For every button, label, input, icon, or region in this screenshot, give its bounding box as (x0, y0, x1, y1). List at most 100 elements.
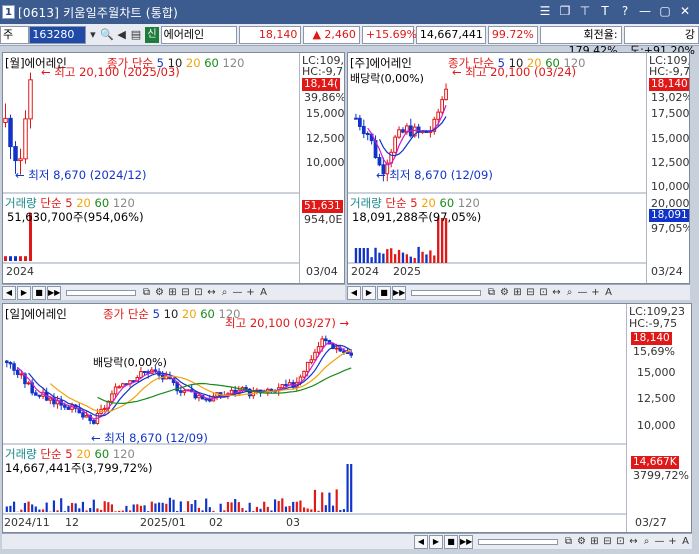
volume-bar (14, 256, 17, 261)
auto-icon[interactable]: A (602, 286, 615, 300)
split-icon[interactable]: ⊟ (601, 535, 614, 549)
volume-bar (386, 249, 388, 263)
restore-icon[interactable]: ❐ (557, 4, 573, 19)
title-bar: 1 [0613] 키움일주월차트 (통합) ☰ ❐ ⊤ T ? — ▢ ✕ (0, 0, 699, 24)
daily-high-text: 최고 20,100 (03/27) (225, 316, 336, 330)
speaker-icon[interactable]: ◀ (114, 26, 128, 44)
stop-button[interactable]: ■ (377, 286, 391, 300)
volume-bar (274, 499, 276, 512)
weekly-chart-panel[interactable]: [주]에어레인 종가 단순 5 10 20 60 120 배당락(0,00%) … (347, 52, 690, 284)
split-icon[interactable]: ⊟ (179, 286, 192, 300)
grid-icon[interactable]: ⊞ (166, 286, 179, 300)
volume-bar (172, 500, 174, 512)
volume-bar (38, 510, 40, 512)
daily-chart-canvas (3, 304, 692, 533)
scroll-right-button[interactable]: ▶ (429, 535, 443, 549)
chart-scrollbar[interactable] (66, 290, 136, 296)
scroll-left-button[interactable]: ◀ (347, 286, 361, 300)
candle-body (16, 370, 19, 374)
zoom-out-icon[interactable]: — (231, 286, 244, 300)
chart-scrollbar[interactable] (411, 290, 481, 296)
volume-bar (201, 510, 203, 512)
zoom-icon[interactable]: ⌕ (640, 535, 653, 549)
daily-dividend-label: 배당락(0,00%) (93, 354, 167, 370)
settings-icon[interactable]: ⚙ (575, 535, 588, 549)
layout-icon[interactable]: ⊡ (614, 535, 627, 549)
split-icon[interactable]: ⊟ (524, 286, 537, 300)
stop-button[interactable]: ■ (32, 286, 46, 300)
chart-scrollbar[interactable] (478, 539, 558, 545)
volume-bar (252, 511, 254, 512)
monthly-chart-panel[interactable]: [월]에어레인 종가 단순 5 10 20 60 120 ← 최고 20,100… (2, 52, 345, 284)
list-icon[interactable]: ▤ (129, 26, 143, 44)
fast-forward-button[interactable]: ▶▶ (47, 286, 61, 300)
candle-body (6, 361, 9, 362)
stop-button[interactable]: ■ (444, 535, 458, 549)
candle-body (103, 408, 106, 409)
volume-bar (310, 509, 312, 512)
font-icon[interactable]: T (597, 4, 613, 19)
volume-bar (24, 503, 26, 512)
range-icon[interactable]: ↔ (205, 286, 218, 300)
volume-bar (346, 464, 348, 512)
daily-price-axis: LC:109,23 HC:-9,75 18,140 15,69% 15,000 … (626, 304, 692, 533)
candle-body (437, 112, 440, 119)
monthly-price-axis: LC:109,2 HC:-9,75 18,14( 39,86% 15,000 1… (299, 53, 345, 284)
vol-ma120: 120 (113, 196, 135, 210)
candle-body (441, 100, 444, 113)
dropdown-icon[interactable]: ▾ (86, 26, 100, 44)
scroll-right-button[interactable]: ▶ (362, 286, 376, 300)
scroll-right-button[interactable]: ▶ (17, 286, 31, 300)
layout-icon[interactable]: ⊡ (537, 286, 550, 300)
maximize-button[interactable]: ▢ (657, 4, 673, 19)
copy-icon[interactable]: ⧉ (140, 286, 153, 300)
scroll-left-button[interactable]: ◀ (2, 286, 16, 300)
zoom-icon[interactable]: ⌕ (218, 286, 231, 300)
app-icon: 1 (2, 5, 15, 19)
auto-icon[interactable]: A (679, 535, 692, 549)
daily-y-tick: 12,500 (637, 392, 676, 405)
zoom-out-icon[interactable]: — (576, 286, 589, 300)
vol-ma5: 5 (65, 196, 72, 210)
zoom-in-icon[interactable]: + (589, 286, 602, 300)
fast-forward-button[interactable]: ▶▶ (459, 535, 473, 549)
market-select[interactable]: 주 (0, 26, 29, 44)
zoom-in-icon[interactable]: + (666, 535, 679, 549)
close-button[interactable]: ✕ (677, 4, 693, 19)
volume-bar (234, 499, 236, 512)
zoom-out-icon[interactable]: — (653, 535, 666, 549)
scroll-left-button[interactable]: ◀ (414, 535, 428, 549)
candle-body (180, 391, 183, 393)
window-title: [0613] 키움일주월차트 (통합) (18, 4, 178, 21)
candle-body (114, 387, 117, 394)
candle-body (281, 385, 284, 388)
vol-ma60: 60 (95, 196, 110, 210)
range-icon[interactable]: ↔ (550, 286, 563, 300)
candle-body (19, 159, 23, 161)
zoom-icon[interactable]: ⌕ (563, 286, 576, 300)
settings-icon[interactable]: ⚙ (498, 286, 511, 300)
search-icon[interactable]: 🔍 (100, 26, 114, 44)
candle-body (64, 405, 67, 407)
grid-icon[interactable]: ⊞ (588, 535, 601, 549)
minimize-button[interactable]: — (637, 4, 653, 19)
pin-icon[interactable]: ⊤ (577, 4, 593, 19)
zoom-in-icon[interactable]: + (244, 286, 257, 300)
grid-icon[interactable]: ⊞ (511, 286, 524, 300)
candle-body (402, 130, 405, 132)
range-icon[interactable]: ↔ (627, 535, 640, 549)
auto-icon[interactable]: A (257, 286, 270, 300)
layout-icon[interactable]: ⊡ (192, 286, 205, 300)
fast-forward-button[interactable]: ▶▶ (392, 286, 406, 300)
daily-ma-legend: 종가 단순 5 10 20 60 120 (103, 306, 240, 322)
volume-bar (194, 500, 196, 512)
daily-high-label: 최고 20,100 (03/27) → (225, 315, 349, 331)
stock-code-input[interactable]: 163280 (29, 26, 85, 44)
menu-icon[interactable]: ☰ (537, 4, 553, 19)
copy-icon[interactable]: ⧉ (562, 535, 575, 549)
daily-chart-panel[interactable]: [일]에어레인 종가 단순 5 10 20 60 120 최고 20,100 (… (2, 303, 692, 533)
help-icon[interactable]: ? (617, 4, 633, 19)
monthly-high-text: 최고 20,100 (2025/03) (54, 65, 179, 79)
settings-icon[interactable]: ⚙ (153, 286, 166, 300)
copy-icon[interactable]: ⧉ (485, 286, 498, 300)
